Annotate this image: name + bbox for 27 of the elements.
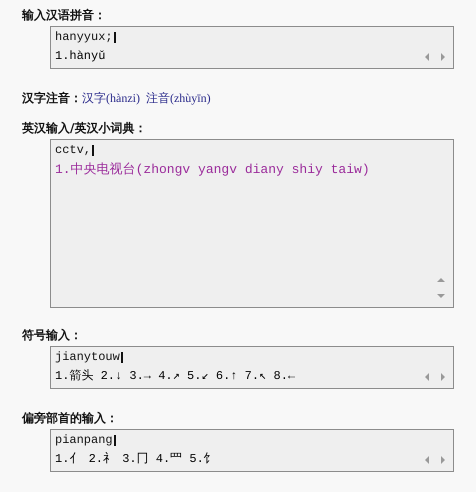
ime-candidate-box[interactable]: jianytouw 1.箭头 2.↓ 3.→ 4.↗ 5.↙ 6.↑ 7.↖ 8.← (50, 346, 454, 389)
candidate-list[interactable]: 1.箭头 2.↓ 3.→ 4.↗ 5.↙ 6.↑ 7.↖ 8.← (55, 367, 296, 386)
typed-input-text: pianpang (55, 432, 113, 449)
text-cursor (114, 32, 116, 43)
text-cursor (120, 352, 123, 363)
page-arrows-icon[interactable] (425, 53, 445, 61)
ime-candidate-box[interactable]: cctv, 1.中央电视台(zhongv yangv diany shiy taiw) (50, 139, 454, 308)
text-cursor (92, 145, 94, 156)
section-heading: 偏旁部首的输入： (22, 410, 119, 427)
typed-input-text: hanyyux; (55, 29, 113, 46)
page-arrows-icon[interactable] (425, 373, 445, 381)
typed-input-text: cctv, (55, 142, 92, 159)
page-arrows-icon[interactable] (425, 456, 445, 464)
annotation-link[interactable]: 汉字(hànzi) (82, 90, 140, 106)
candidate-list[interactable]: 1.中央电视台(zhongv yangv diany shiy taiw) (55, 160, 370, 179)
ime-candidate-box[interactable]: hanyyux; 1.hànyǔ (50, 26, 454, 69)
candidate-list[interactable]: 1.亻 2.礻 3.冂 4.罒 5.饣 (55, 450, 216, 469)
ime-candidate-box[interactable]: pianpang 1.亻 2.礻 3.冂 4.罒 5.饣 (50, 429, 454, 472)
annotation-link[interactable]: 注音(zhùyīn) (146, 90, 211, 106)
section-heading: 英汉输入/英汉小词典： (22, 120, 148, 137)
text-cursor (114, 435, 116, 446)
section-heading: 输入汉语拼音： (22, 7, 107, 24)
typed-input-text: jianytouw (55, 349, 120, 366)
scroll-arrows-icon[interactable] (437, 278, 445, 298)
section-heading: 汉字注音： (22, 90, 82, 107)
section-heading: 符号输入： (22, 327, 83, 344)
candidate-list[interactable]: 1.hànyǔ (55, 47, 106, 66)
